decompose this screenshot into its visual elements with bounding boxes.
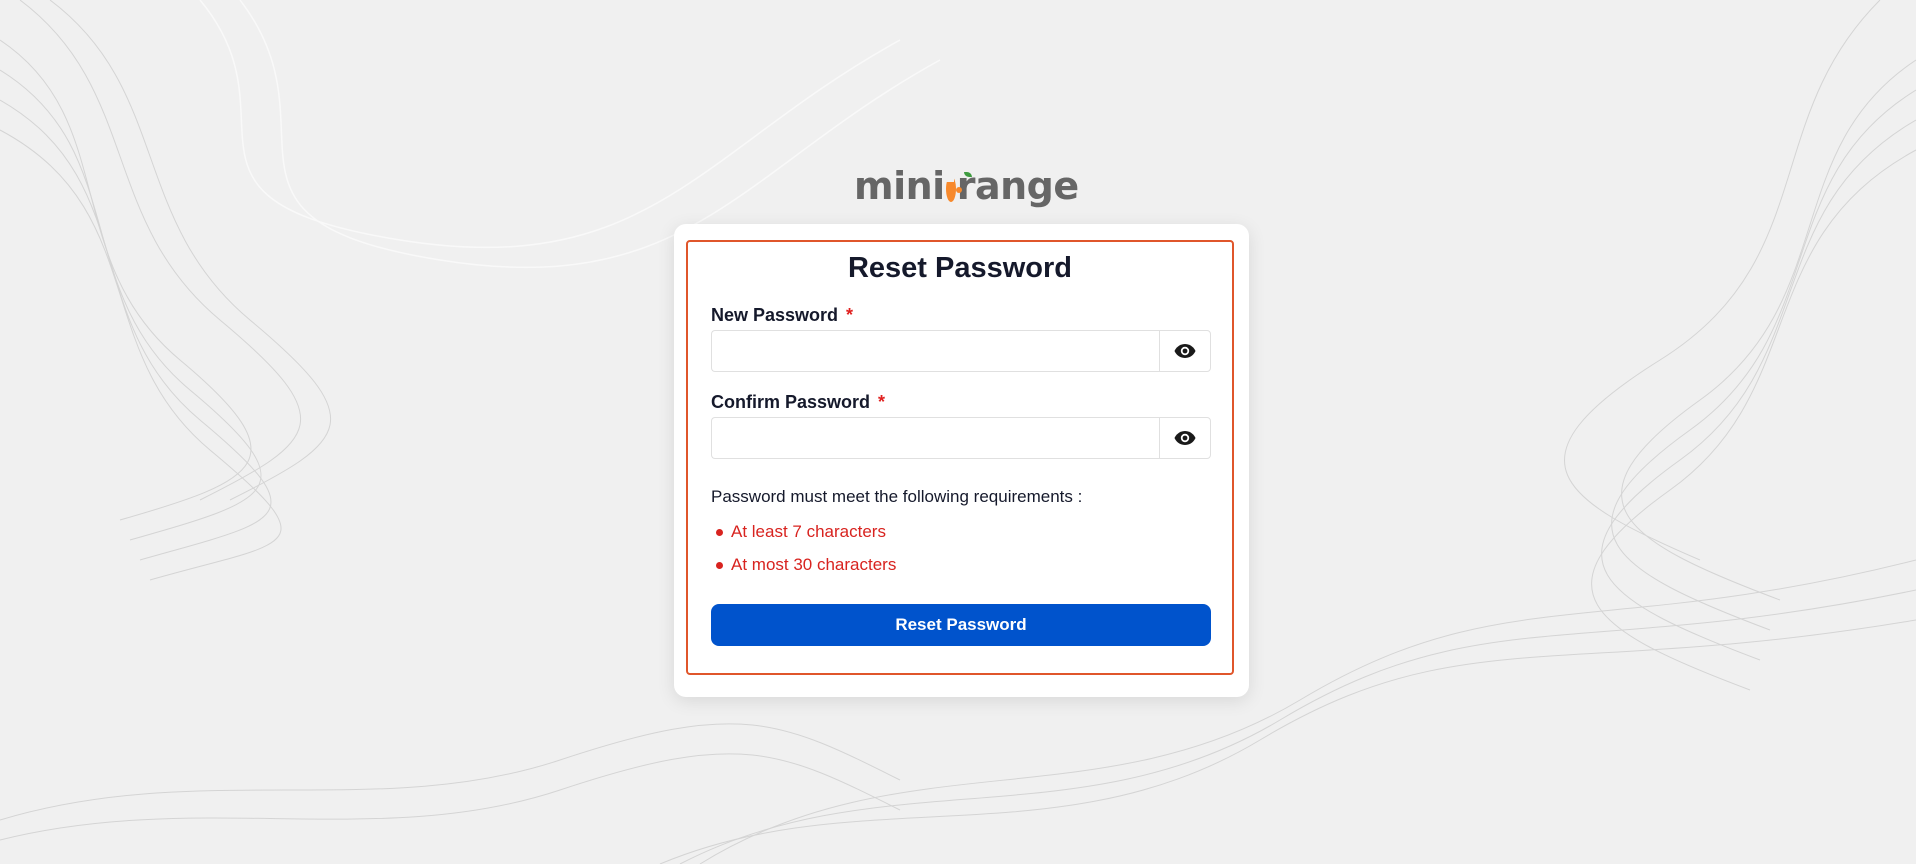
requirements-list: At least 7 characters At most 30 charact… [711,520,896,586]
new-password-label: New Password * [711,305,854,325]
reset-password-form: Reset Password New Password * Confirm Pas… [686,240,1234,675]
reset-password-button[interactable]: Reset Password [711,604,1211,646]
requirements-heading: Password must meet the following require… [711,487,1083,506]
page-title: Reset Password [847,252,1073,284]
miniorange-logo: mini range [854,164,1079,208]
confirm-password-input[interactable] [711,417,1159,459]
orange-logo-icon [944,172,972,202]
reset-password-card: Reset Password New Password * Confirm Pas… [674,224,1249,697]
eye-icon [1174,431,1196,445]
logo-text-prefix: mini [854,164,945,208]
new-password-toggle-button[interactable] [1159,330,1211,372]
requirement-item: At least 7 characters [711,520,896,553]
confirm-password-label: Confirm Password * [711,392,886,412]
confirm-password-toggle-button[interactable] [1159,417,1211,459]
requirement-item: At most 30 characters [711,553,896,586]
confirm-password-field [711,417,1211,459]
required-mark: * [878,392,886,412]
required-mark: * [846,305,854,325]
new-password-field [711,330,1211,372]
new-password-input[interactable] [711,330,1159,372]
logo-text-suffix: range [956,164,1079,208]
eye-icon [1174,344,1196,358]
